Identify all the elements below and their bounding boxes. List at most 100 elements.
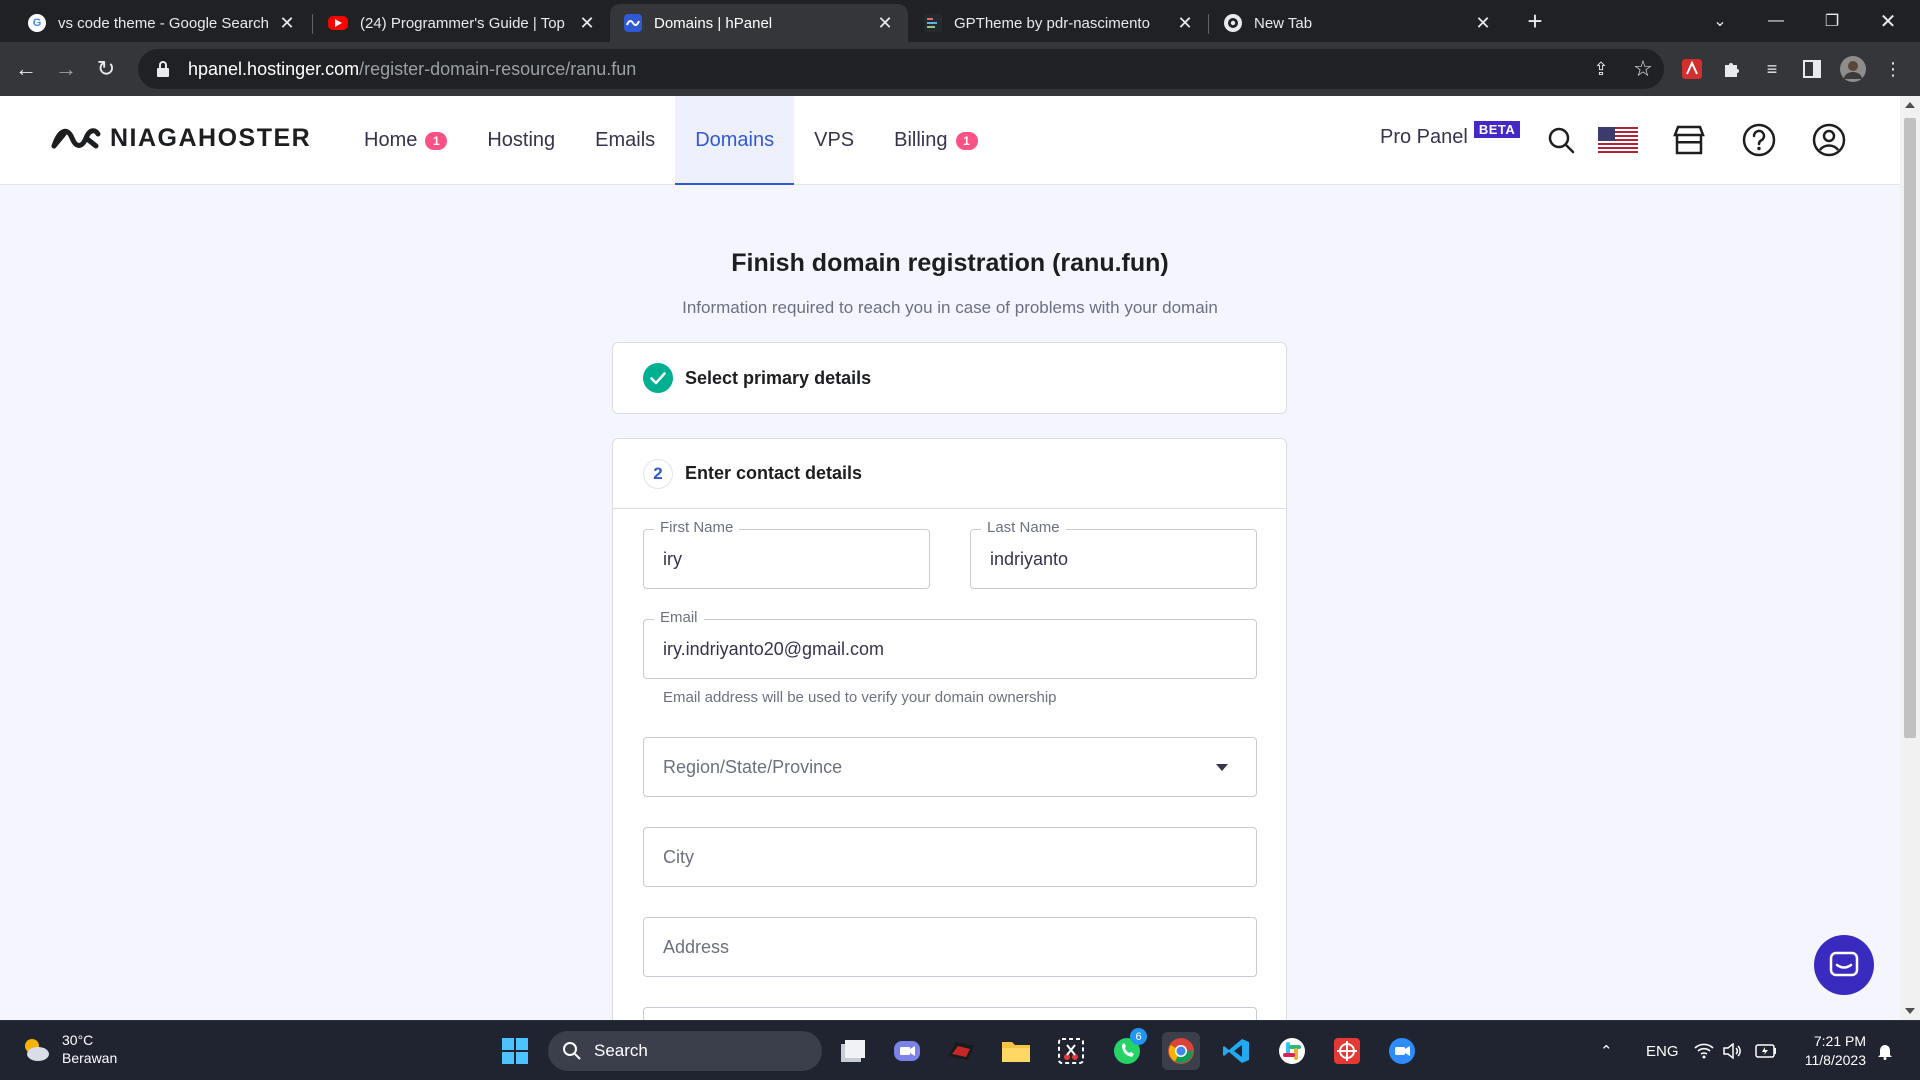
close-tab-icon[interactable]: ✕ (876, 13, 894, 34)
side-panel-icon[interactable] (1797, 54, 1827, 84)
weather-widget[interactable]: 30°C Berawan (20, 1031, 117, 1067)
close-tab-icon[interactable]: ✕ (1474, 13, 1492, 34)
last-name-field[interactable]: Last Name indriyanto (970, 519, 1257, 589)
zoom-icon[interactable] (1383, 1032, 1421, 1070)
logo-text: NIAGAHOSTER (110, 124, 312, 152)
tray-overflow-icon[interactable]: ⌃ (1600, 1021, 1613, 1080)
close-tab-icon[interactable]: ✕ (278, 13, 296, 34)
gptheme-icon (924, 14, 942, 32)
email-field[interactable]: Email iry.indriyanto20@gmail.com (643, 609, 1257, 679)
email-hint: Email address will be used to verify you… (663, 689, 1057, 706)
media-queue-icon[interactable]: ≡ (1757, 54, 1787, 84)
chrome-menu-icon[interactable]: ⋮ (1878, 54, 1908, 84)
scroll-down-icon[interactable] (1905, 1008, 1915, 1014)
file-explorer-icon[interactable] (997, 1032, 1035, 1070)
niagahoster-logo[interactable]: NIAGAHOSTER (50, 124, 311, 153)
nav-billing[interactable]: Billing 1 (874, 96, 997, 185)
chat-support-button[interactable] (1814, 935, 1874, 995)
windows-start-icon[interactable] (496, 1032, 534, 1070)
tab-separator (1208, 14, 1209, 34)
nav-label: Hosting (487, 129, 556, 151)
weather-desc: Berawan (62, 1050, 118, 1066)
search-icon[interactable] (1541, 120, 1581, 160)
forward-icon[interactable]: → (48, 51, 84, 87)
pdf-extension-icon[interactable] (1677, 54, 1707, 84)
nav-hosting[interactable]: Hosting (467, 96, 575, 185)
system-clock[interactable]: 7:21 PM 11/8/2023 (1796, 1032, 1866, 1070)
region-select[interactable]: Region/State/Province (643, 737, 1257, 797)
battery-icon[interactable] (1755, 1021, 1777, 1080)
address-bar[interactable]: hpanel.hostinger.com /register-domain-re… (138, 49, 1664, 89)
help-icon[interactable] (1739, 120, 1779, 160)
task-view-icon[interactable] (834, 1032, 872, 1070)
account-icon[interactable] (1809, 120, 1849, 160)
tab-search-chevron-icon[interactable]: ⌄ (1692, 0, 1748, 42)
back-icon[interactable]: ← (8, 51, 44, 87)
input-language[interactable]: ENG (1646, 1021, 1679, 1080)
browser-tab-strip: G vs code theme - Google Search ✕ (24) P… (0, 0, 1920, 42)
game-app-icon[interactable] (942, 1032, 980, 1070)
us-flag-icon[interactable] (1598, 120, 1638, 160)
address-field[interactable]: Address (643, 917, 1257, 977)
nav-domains[interactable]: Domains (675, 96, 795, 186)
pro-panel-label: Pro Panel (1380, 126, 1468, 148)
page-title: Finish domain registration (ranu.fun) (731, 249, 1169, 277)
notification-bell-icon[interactable] (1877, 1021, 1893, 1080)
url-path: /register-domain-resource/ranu.fun (359, 58, 637, 79)
wifi-icon[interactable] (1694, 1021, 1714, 1080)
profile-avatar[interactable] (1838, 54, 1868, 84)
vscode-icon[interactable] (1217, 1032, 1255, 1070)
nav-emails[interactable]: Emails (575, 96, 675, 185)
close-window-button[interactable]: ✕ (1860, 0, 1916, 42)
nav-label: VPS (814, 129, 855, 151)
field-placeholder: City (663, 847, 694, 867)
volume-icon[interactable] (1722, 1021, 1742, 1080)
browser-tab-gptheme[interactable]: GPTheme by pdr-nascimento ✕ (910, 4, 1208, 42)
chrome-taskbar-icon[interactable] (1162, 1032, 1200, 1070)
browser-tab-youtube[interactable]: (24) Programmer's Guide | Top 1 ✕ (314, 4, 610, 42)
browser-tab-hpanel[interactable]: Domains | hPanel ✕ (610, 4, 908, 42)
browser-tab-google[interactable]: G vs code theme - Google Search ✕ (14, 4, 310, 42)
checkmark-icon (643, 363, 673, 393)
reload-icon[interactable]: ↻ (88, 51, 124, 87)
whatsapp-icon[interactable]: 6 (1108, 1028, 1147, 1070)
tab-title: vs code theme - Google Search (58, 14, 269, 32)
restore-button[interactable]: ❐ (1804, 0, 1860, 42)
scrollbar-thumb[interactable] (1904, 118, 1916, 738)
city-field[interactable]: City (643, 827, 1257, 887)
nav-vps[interactable]: VPS (794, 96, 874, 185)
new-tab-button[interactable]: + (1520, 6, 1550, 36)
teams-chat-icon[interactable] (888, 1032, 926, 1070)
scroll-up-icon[interactable] (1905, 102, 1915, 108)
taskbar-search[interactable]: Search (548, 1031, 822, 1071)
step-primary-details[interactable]: Select primary details (612, 342, 1287, 414)
tab-separator (312, 14, 313, 34)
minimize-button[interactable]: — (1748, 0, 1804, 42)
clock-date: 11/8/2023 (1804, 1052, 1866, 1068)
store-icon[interactable] (1669, 120, 1709, 160)
nav-home[interactable]: Home 1 (344, 96, 467, 185)
red-app-icon[interactable] (1328, 1032, 1366, 1070)
share-icon[interactable]: ⇪ (1586, 54, 1616, 84)
next-field[interactable] (643, 1007, 1257, 1020)
snipping-tool-icon[interactable] (1052, 1032, 1090, 1070)
first-name-field[interactable]: First Name iry (643, 519, 930, 589)
tab-title: New Tab (1254, 14, 1313, 32)
lock-icon[interactable] (156, 61, 170, 77)
page-scrollbar[interactable] (1900, 96, 1920, 1020)
notification-badge: 1 (425, 131, 448, 150)
field-label: Email (654, 609, 704, 626)
field-placeholder: Address (663, 937, 730, 957)
tab-title: GPTheme by pdr-nascimento (954, 14, 1150, 32)
close-tab-icon[interactable]: ✕ (1176, 13, 1194, 34)
bookmark-star-icon[interactable]: ☆ (1628, 54, 1658, 84)
nav-label: Home (364, 129, 418, 151)
weather-temp: 30°C (62, 1032, 94, 1048)
pro-panel-link[interactable]: Pro Panel BETA (1380, 121, 1521, 149)
browser-tab-newtab[interactable]: New Tab ✕ (1210, 4, 1506, 42)
slack-icon[interactable] (1273, 1032, 1311, 1070)
close-tab-icon[interactable]: ✕ (578, 13, 596, 34)
weather-cloudy-icon (25, 1039, 49, 1061)
extensions-puzzle-icon[interactable] (1717, 54, 1747, 84)
youtube-icon (328, 16, 348, 30)
